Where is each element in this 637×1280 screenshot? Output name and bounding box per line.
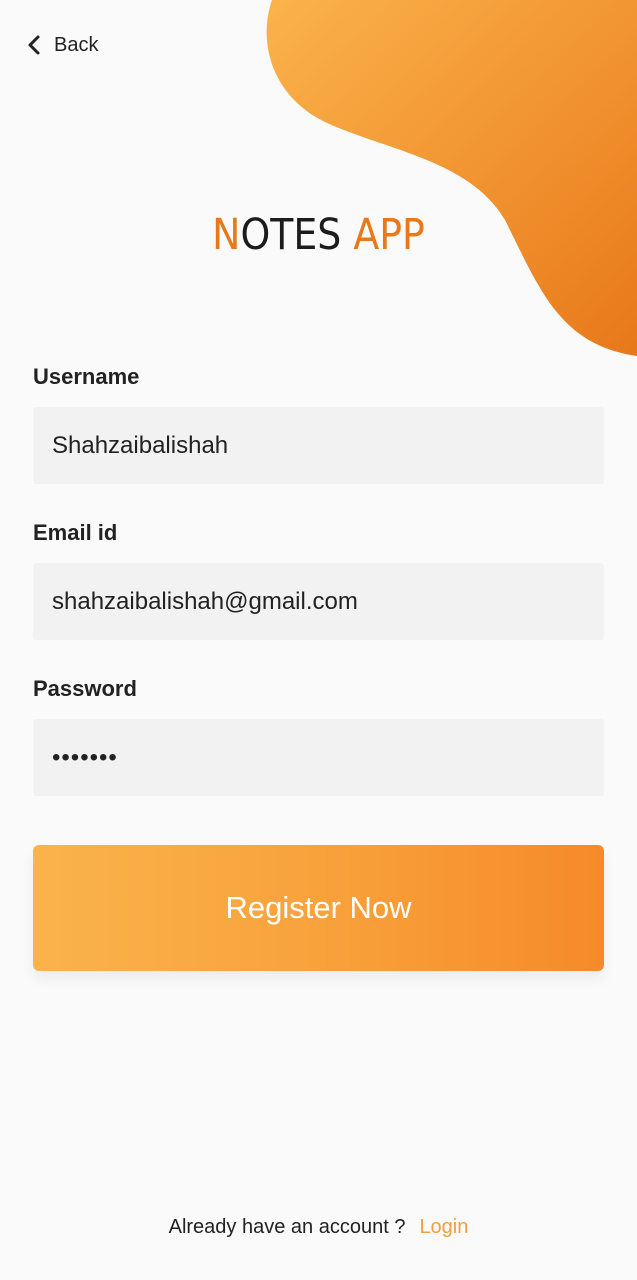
email-label: Email id xyxy=(33,520,118,545)
back-label: Back xyxy=(54,33,99,56)
register-button[interactable]: Register Now xyxy=(33,845,604,971)
back-button[interactable]: Back xyxy=(26,32,98,58)
email-field[interactable]: shahzaibalishah@gmail.com xyxy=(33,563,604,640)
login-prompt: Already have an account ? Login xyxy=(0,1216,637,1239)
login-link[interactable]: Login xyxy=(419,1216,468,1238)
app-title-rest: OTES xyxy=(240,210,342,260)
app-title: NOTES APP xyxy=(38,210,599,260)
username-field[interactable]: Shahzaibalishah xyxy=(33,407,604,484)
password-field[interactable]: ••••••• xyxy=(33,719,604,796)
login-prompt-text: Already have an account ? xyxy=(168,1216,406,1238)
app-title-accent: APP xyxy=(353,210,425,260)
app-title-first-letter: N xyxy=(212,210,241,260)
username-label: Username xyxy=(33,364,140,389)
chevron-left-icon xyxy=(26,34,42,56)
password-label: Password xyxy=(33,676,137,701)
